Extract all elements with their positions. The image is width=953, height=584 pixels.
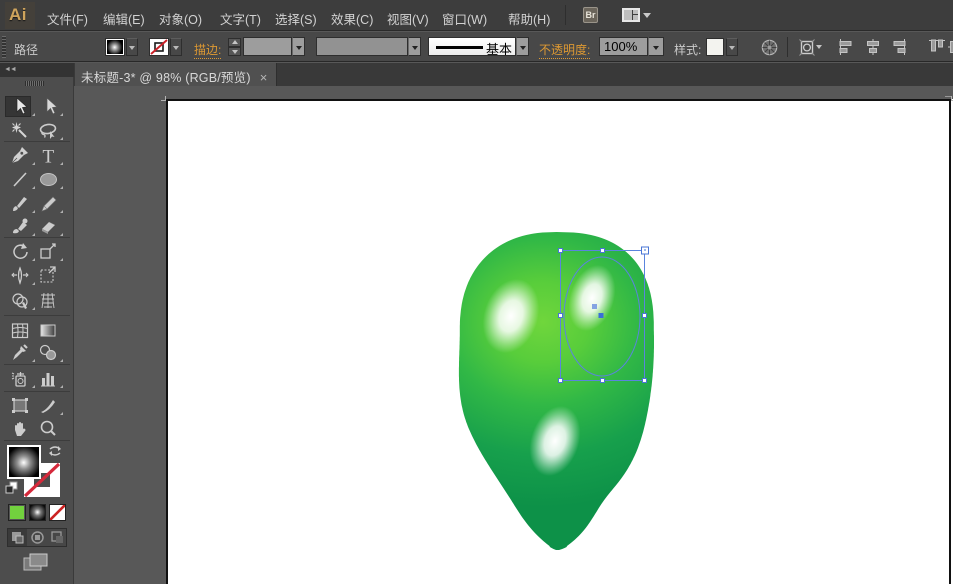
svg-text:T: T (43, 147, 55, 168)
